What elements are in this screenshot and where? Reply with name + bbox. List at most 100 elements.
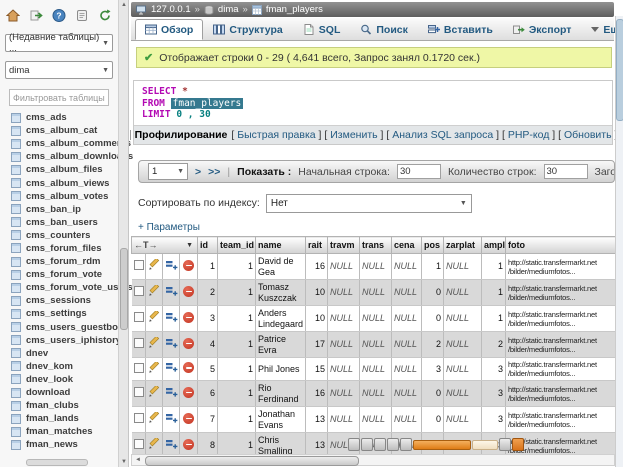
sidebar-table-item[interactable]: cms_forum_rdm [0, 255, 118, 268]
scroll-up-icon[interactable]: ▲ [121, 2, 127, 8]
sidebar-scrollbar[interactable]: ▲ ▼ [118, 0, 129, 467]
sidebar-scroll-thumb[interactable] [120, 248, 128, 330]
delete-icon[interactable] [183, 362, 194, 373]
start-row-input[interactable] [397, 164, 441, 179]
refresh-icon[interactable] [98, 8, 113, 22]
transpose-icon[interactable]: ←T→ [134, 240, 158, 250]
copy-icon[interactable] [165, 439, 178, 453]
sidebar-table-item[interactable]: cms_album_votes [0, 190, 118, 203]
logout-icon[interactable] [29, 8, 44, 22]
scroll-left-icon[interactable]: ◄ [133, 456, 143, 464]
database-select[interactable]: dima ▼ [5, 61, 113, 79]
copy-icon[interactable] [165, 387, 178, 401]
sidebar-table-item[interactable]: cms_album_downloads [0, 150, 118, 163]
tab-sql[interactable]: SQL [293, 19, 351, 40]
vscroll-thumb[interactable] [616, 19, 623, 121]
edit-icon[interactable] [148, 438, 160, 453]
sidebar-hscroll-thumb[interactable] [26, 459, 88, 466]
overlay-button[interactable] [400, 438, 412, 451]
column-header-zarplat[interactable]: zarplat [444, 237, 482, 254]
sidebar-table-item[interactable]: fman_lands [0, 412, 118, 425]
column-header-cena[interactable]: cena [392, 237, 422, 254]
hscroll-thumb[interactable] [145, 456, 359, 466]
breadcrumb-table[interactable]: fman_players [266, 4, 323, 15]
profiling-link[interactable]: PHP-код [508, 129, 550, 141]
copy-icon[interactable] [165, 260, 178, 274]
sidebar-table-item[interactable]: cms_album_comments [0, 137, 118, 150]
sidebar-table-item[interactable]: fman_clubs [0, 399, 118, 412]
breadcrumb-database[interactable]: dima [218, 4, 239, 15]
column-header-ampl[interactable]: ampl [482, 237, 506, 254]
horizontal-scrollbar[interactable]: ◄ [131, 454, 615, 466]
row-checkbox[interactable] [134, 286, 144, 296]
sidebar-table-item[interactable]: cms_ban_users [0, 216, 118, 229]
overlay-slider[interactable] [413, 440, 471, 450]
sidebar-table-item[interactable]: cms_forum_files [0, 242, 118, 255]
row-checkbox[interactable] [134, 260, 144, 270]
row-checkbox[interactable] [134, 312, 144, 322]
edit-icon[interactable] [148, 386, 160, 401]
edit-icon[interactable] [148, 337, 160, 352]
sidebar-table-item[interactable]: fman_news [0, 438, 118, 451]
vertical-scrollbar[interactable] [615, 16, 623, 467]
sidebar-table-item[interactable]: cms_forum_vote [0, 268, 118, 281]
profiling-link[interactable]: Обновить [564, 129, 612, 141]
profiling-link[interactable]: Быстрая правка [237, 129, 315, 141]
delete-icon[interactable] [183, 387, 194, 398]
tab-browse[interactable]: Обзор [135, 19, 203, 40]
sidebar-table-item[interactable]: dnev_kom [0, 360, 118, 373]
breadcrumb-server[interactable]: 127.0.0.1 [151, 4, 191, 15]
home-icon[interactable] [6, 8, 21, 22]
column-header-foto[interactable]: foto [506, 237, 616, 254]
delete-icon[interactable] [183, 338, 194, 349]
profiling-link[interactable]: Анализ SQL запроса [392, 129, 493, 141]
help-icon[interactable]: ? [52, 8, 67, 22]
column-header-id[interactable]: id [198, 237, 218, 254]
tab-search[interactable]: Поиск [350, 19, 418, 40]
show-label[interactable]: Показать : [237, 166, 291, 178]
copy-icon[interactable] [165, 362, 178, 376]
sidebar-table-item[interactable]: cms_sessions [0, 294, 118, 307]
column-header-pos[interactable]: pos [422, 237, 444, 254]
sidebar-table-item[interactable]: cms_counters [0, 229, 118, 242]
copy-icon[interactable] [165, 286, 178, 300]
overlay-track[interactable] [472, 440, 498, 450]
column-header-travm[interactable]: travm [328, 237, 360, 254]
copy-icon[interactable] [165, 312, 178, 326]
copy-icon[interactable] [165, 338, 178, 352]
sidebar-table-item[interactable]: cms_album_cat [0, 124, 118, 137]
edit-icon[interactable] [148, 412, 160, 427]
row-checkbox[interactable] [134, 363, 144, 373]
scroll-down-icon[interactable]: ▼ [121, 459, 127, 465]
sidebar-table-item[interactable]: download [0, 386, 118, 399]
overlay-button[interactable] [348, 438, 360, 451]
sidebar-table-item[interactable]: cms_ads [0, 111, 118, 124]
column-header-team_id[interactable]: team_id [218, 237, 256, 254]
tab-structure[interactable]: Структура [203, 19, 292, 40]
edit-icon[interactable] [148, 285, 160, 300]
next-page-button[interactable]: > [195, 166, 201, 178]
delete-icon[interactable] [183, 286, 194, 297]
sidebar-table-item[interactable]: dnev_look [0, 373, 118, 386]
row-checkbox[interactable] [134, 413, 144, 423]
table-filter-input[interactable] [9, 89, 109, 106]
sidebar-table-item[interactable]: cms_ban_ip [0, 203, 118, 216]
page-select[interactable]: 1 ▼ [148, 163, 188, 180]
delete-icon[interactable] [183, 312, 194, 323]
sidebar-table-item[interactable]: cms_users_guestbook [0, 321, 118, 334]
copy-icon[interactable] [165, 413, 178, 427]
column-header-trans[interactable]: trans [360, 237, 392, 254]
edit-icon[interactable] [148, 362, 160, 377]
delete-icon[interactable] [183, 260, 194, 271]
sidebar-table-item[interactable]: cms_forum_vote_users [0, 281, 118, 294]
tab-insert[interactable]: Вставить [418, 19, 503, 40]
sidebar-table-item[interactable]: fman_matches [0, 425, 118, 438]
row-checkbox[interactable] [134, 338, 144, 348]
edit-icon[interactable] [148, 259, 160, 274]
tab-more[interactable]: Ещё [581, 19, 615, 40]
profiling-checkbox[interactable] [130, 130, 131, 140]
row-checkbox[interactable] [134, 439, 144, 449]
row-count-input[interactable] [544, 164, 588, 179]
docs-icon[interactable] [75, 8, 90, 22]
sidebar-table-item[interactable]: cms_album_views [0, 176, 118, 189]
